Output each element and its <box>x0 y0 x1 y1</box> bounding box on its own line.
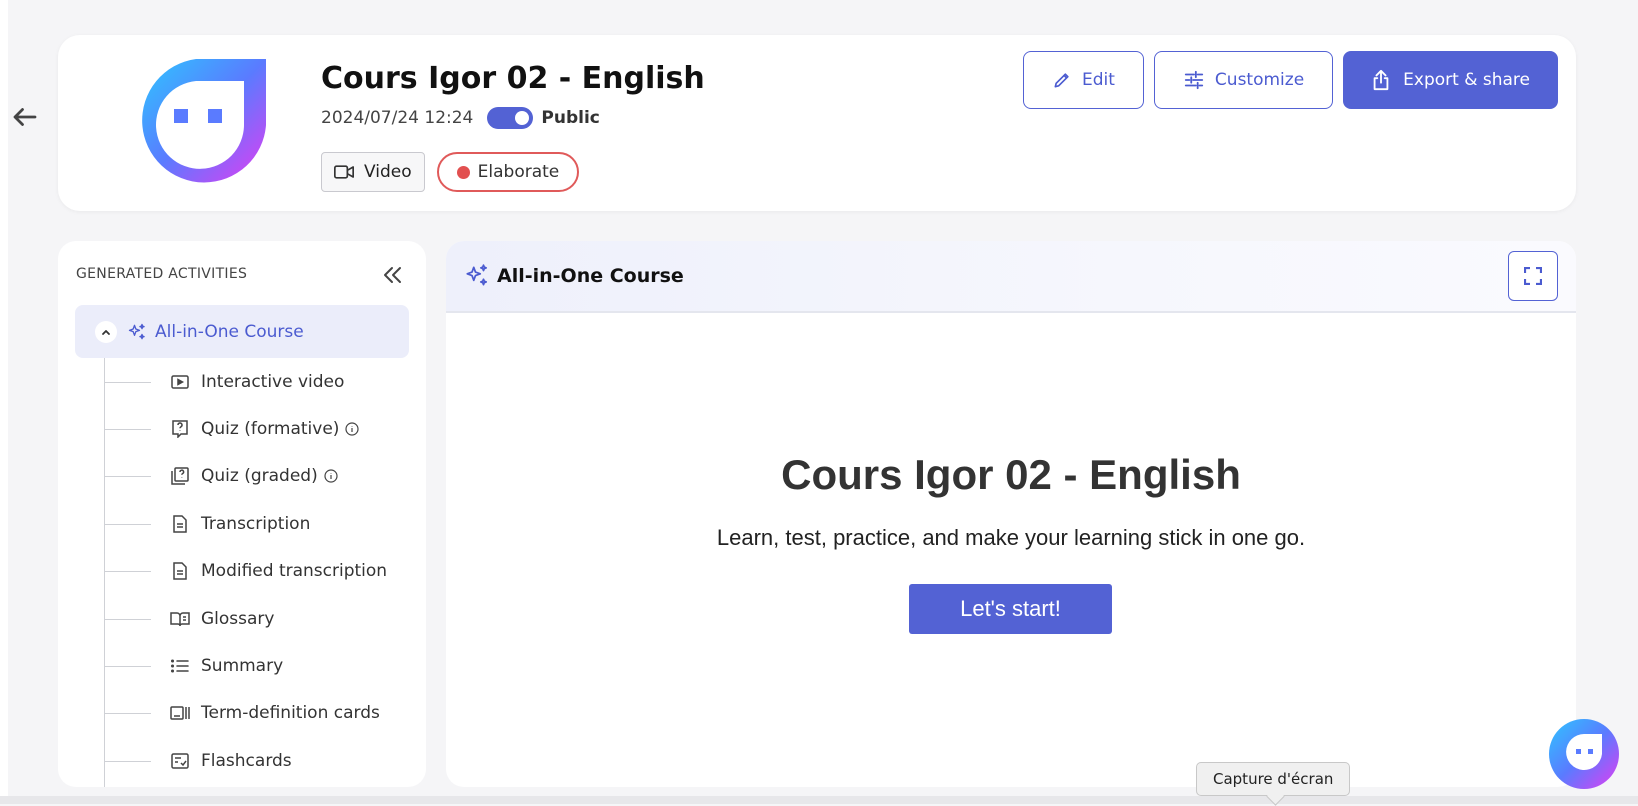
sidebar-heading: GENERATED ACTIVITIES <box>76 266 248 282</box>
fullscreen-icon <box>1524 267 1542 285</box>
flashcard-icon <box>170 751 190 771</box>
bottom-strip <box>0 796 1638 804</box>
sparkles-icon <box>128 323 145 339</box>
course-tags: Video Elaborate <box>321 152 580 192</box>
chat-assistant-icon[interactable] <box>1548 718 1620 790</box>
panel-title: All-in-One Course <box>497 265 684 287</box>
export-share-button[interactable]: Export & share <box>1343 51 1558 109</box>
visibility-label: Public <box>541 108 600 128</box>
sidebar-item-interactive-video[interactable]: Interactive video <box>58 358 426 405</box>
arrow-left-icon <box>13 108 37 126</box>
panel-header: All-in-One Course <box>446 241 1576 313</box>
video-camera-icon <box>334 165 354 179</box>
export-share-label: Export & share <box>1403 70 1530 90</box>
quiz-graded-icon <box>170 466 190 486</box>
collapse-sidebar-button[interactable] <box>378 261 406 289</box>
course-title: Cours Igor 02 - English <box>321 61 705 96</box>
tag-level-label: Elaborate <box>477 162 560 182</box>
level-dot-icon <box>456 165 470 179</box>
chevron-up-icon[interactable] <box>95 320 117 343</box>
sidebar-item-label: Summary <box>201 656 284 677</box>
sidebar-item-glossary[interactable]: Glossary <box>58 595 426 642</box>
play-video-icon <box>170 372 190 392</box>
customize-button[interactable]: Customize <box>1153 51 1334 109</box>
customize-label: Customize <box>1214 70 1305 90</box>
hero-title: Cours Igor 02 - English <box>781 451 1241 498</box>
course-datetime: 2024/07/24 12:24 <box>321 108 474 128</box>
header-actions: Edit Customize Export & share <box>1023 51 1558 109</box>
activities-sidebar: GENERATED ACTIVITIES All-in-One Course I… <box>58 241 426 787</box>
course-preview-panel: All-in-One Course Cours Igor 02 - Englis… <box>446 241 1576 787</box>
sidebar-item-transcription[interactable]: Transcription <box>58 500 426 547</box>
course-header-card: Cours Igor 02 - English 2024/07/24 12:24… <box>58 35 1576 211</box>
sidebar-item-label: All-in-One Course <box>155 321 304 342</box>
sidebar-item-label: Quiz (graded) <box>201 466 318 487</box>
sidebar-item-summary[interactable]: Summary <box>58 642 426 689</box>
double-chevron-left-icon <box>384 267 401 283</box>
pencil-icon <box>1054 73 1069 88</box>
sparkles-icon <box>466 264 488 286</box>
sidebar-item-label: Flashcards <box>201 750 292 771</box>
sidebar-item-quiz-formative[interactable]: Quiz (formative) <box>58 405 426 452</box>
document-icon <box>170 514 190 534</box>
quiz-icon <box>170 419 190 439</box>
sliders-icon <box>1184 70 1204 90</box>
edit-label: Edit <box>1082 70 1115 90</box>
tag-video-label: Video <box>364 162 412 182</box>
sidebar-item-all-in-one-course[interactable]: All-in-One Course <box>75 305 409 358</box>
hero-subtitle: Learn, test, practice, and make your lea… <box>716 525 1306 550</box>
sidebar-item-label: Transcription <box>201 513 311 534</box>
edit-button[interactable]: Edit <box>1023 51 1144 109</box>
start-button[interactable]: Let's start! <box>909 584 1112 634</box>
share-icon <box>1373 69 1389 91</box>
activity-list: Interactive video Quiz (formative) Quiz … <box>58 358 426 785</box>
visibility-toggle[interactable] <box>487 107 534 129</box>
sidebar-item-term-definition-cards[interactable]: Term-definition cards <box>58 690 426 737</box>
sidebar-item-flashcards[interactable]: Flashcards <box>58 737 426 784</box>
fullscreen-button[interactable] <box>1508 251 1558 301</box>
sidebar-item-label: Interactive video <box>201 371 345 392</box>
sidebar-item-label: Quiz (formative) <box>201 419 340 440</box>
sidebar-item-modified-transcription[interactable]: Modified transcription <box>58 548 426 595</box>
tag-video: Video <box>321 152 425 192</box>
sidebar-item-quiz-graded[interactable]: Quiz (graded) <box>58 453 426 500</box>
sidebar-item-label: Glossary <box>201 608 275 629</box>
document-icon <box>170 561 190 581</box>
info-icon[interactable] <box>345 422 360 436</box>
page-edge <box>0 0 8 804</box>
screenshot-tooltip: Capture d'écran <box>1196 762 1351 796</box>
back-button[interactable] <box>8 100 42 134</box>
sidebar-item-label: Term-definition cards <box>201 703 380 724</box>
course-meta: 2024/07/24 12:24 Public <box>321 107 600 129</box>
book-icon <box>170 609 190 629</box>
list-icon <box>170 656 190 676</box>
app-logo-icon <box>142 59 266 183</box>
info-icon[interactable] <box>324 469 338 484</box>
cards-icon <box>170 703 190 723</box>
sidebar-item-label: Modified transcription <box>201 561 388 582</box>
tag-level: Elaborate <box>436 152 580 192</box>
